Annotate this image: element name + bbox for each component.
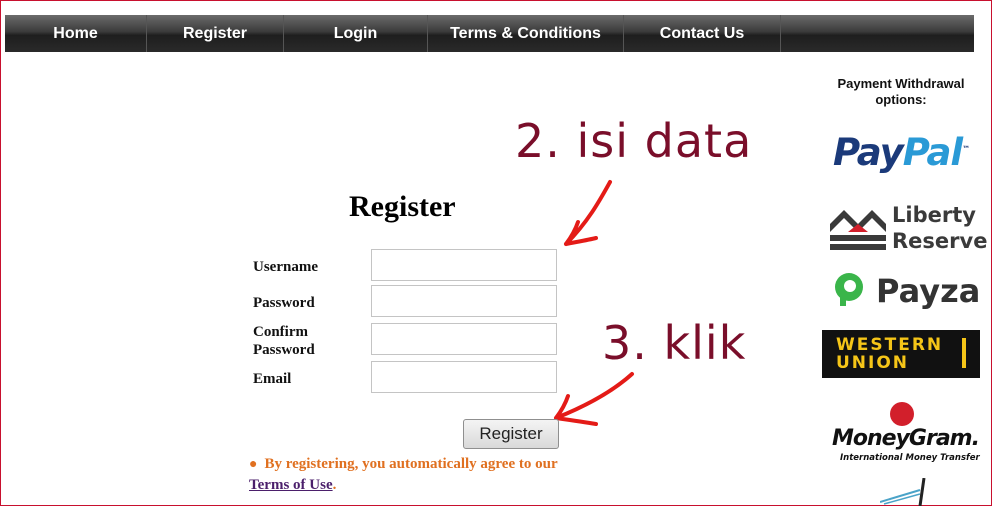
reserve-text: Reserve <box>892 229 988 253</box>
nav-terms-conditions[interactable]: Terms & Conditions <box>428 15 624 52</box>
terms-of-use-link[interactable]: Terms of Use <box>249 477 333 493</box>
payment-options-title: Payment Withdrawal options: <box>837 76 965 107</box>
annotation-step2: 2. isi data <box>515 114 753 168</box>
agreement-text: By registering, you automatically agree … <box>264 456 558 472</box>
nav-home[interactable]: Home <box>5 15 147 52</box>
top-navigation: Home Register Login Terms & Conditions C… <box>5 15 974 52</box>
western-text: WESTERN <box>836 335 944 355</box>
payza-logo: Payza <box>834 272 980 312</box>
paypal-logo: PayPal™ <box>833 131 970 174</box>
liberty-text: Liberty <box>892 203 976 227</box>
western-union-bar-icon <box>962 338 966 368</box>
email-input[interactable] <box>371 361 557 393</box>
annotation-arrow-button <box>554 372 634 426</box>
username-label: Username <box>253 259 318 275</box>
moneygram-globe-icon <box>890 402 914 426</box>
annotation-step3: 3. klik <box>602 316 747 370</box>
nav-login[interactable]: Login <box>284 15 428 52</box>
moneygram-logo: MoneyGram. International Money Transfer <box>832 402 980 466</box>
partial-logo-icon <box>880 478 926 506</box>
western-union-text: WESTERN UNION <box>836 336 943 372</box>
union-text: UNION <box>836 353 910 373</box>
confirm-password-label: Confirm Password <box>253 324 315 358</box>
agreement-end: . <box>332 477 337 493</box>
paypal-text-pal: Pal <box>902 131 963 174</box>
confirm-password-input[interactable] <box>371 323 557 355</box>
liberty-reserve-emblem-icon <box>830 210 886 250</box>
username-input[interactable] <box>371 249 557 281</box>
nav-register[interactable]: Register <box>147 15 284 52</box>
payza-text: Payza <box>876 272 981 310</box>
email-label: Email <box>253 371 292 387</box>
paypal-text-pay: Pay <box>833 131 904 174</box>
terms-agreement-note: ● By registering, you automatically agree… <box>249 454 569 495</box>
moneygram-text: MoneyGram. <box>832 426 980 451</box>
liberty-reserve-text: Liberty Reserve <box>892 202 988 254</box>
paypal-trademark: ™ <box>962 144 970 154</box>
register-heading: Register <box>349 190 456 223</box>
nav-contact-us[interactable]: Contact Us <box>624 15 781 52</box>
bullet-icon: ● <box>249 457 258 472</box>
register-submit-button[interactable]: Register <box>463 419 559 449</box>
liberty-reserve-logo: Liberty Reserve <box>830 202 988 254</box>
moneygram-subtitle: International Money Transfer <box>840 453 980 463</box>
western-union-logo: WESTERN UNION <box>822 330 980 378</box>
payza-emblem-icon <box>835 273 863 306</box>
password-input[interactable] <box>371 285 557 317</box>
password-label: Password <box>253 295 315 311</box>
